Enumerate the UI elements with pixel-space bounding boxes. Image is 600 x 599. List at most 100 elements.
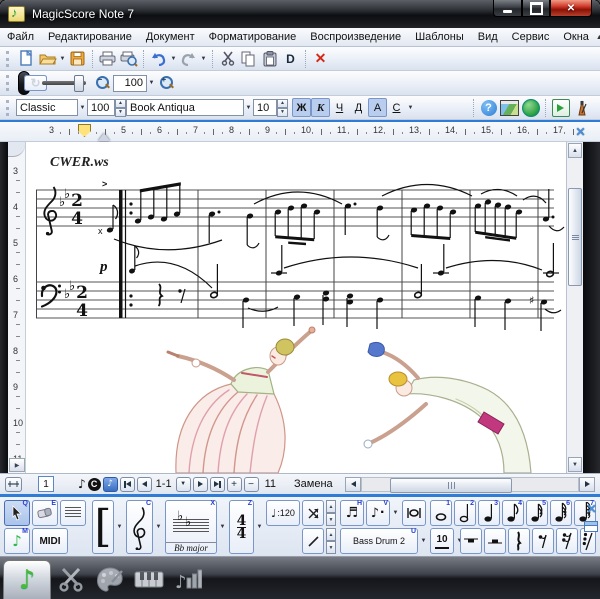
underline-button[interactable]: Ч <box>330 98 349 117</box>
duration-eighth-button[interactable]: 4 <box>502 500 524 526</box>
menu-edit[interactable]: Редактирование <box>41 28 139 46</box>
ruler-toggle-button[interactable] <box>5 477 22 492</box>
tuplet-button[interactable] <box>302 528 324 554</box>
rest-whole-button[interactable] <box>460 528 482 554</box>
tempo-button[interactable]: ♩:120 <box>266 500 300 526</box>
swap-voices-button[interactable] <box>302 500 324 526</box>
zoom-dropdown[interactable]: ▼ <box>147 74 156 92</box>
vertical-scroll-thumb[interactable] <box>568 188 582 286</box>
score-page[interactable]: CWER.ws <box>26 142 566 473</box>
italic-button[interactable]: K <box>311 98 330 117</box>
toolbar-grip[interactable] <box>6 75 12 91</box>
page-number-box[interactable]: 1 <box>38 476 54 492</box>
remove-measure-button[interactable]: − <box>244 477 259 492</box>
toolbar-grip[interactable] <box>6 51 12 67</box>
menu-format[interactable]: Форматирование <box>202 28 304 46</box>
bracket-dropdown[interactable]: ▼ <box>115 521 124 533</box>
voice-spinner[interactable]: ▲▼ <box>326 500 336 526</box>
font-size-input[interactable]: 10 <box>253 99 277 116</box>
scroll-right-button[interactable] <box>579 477 595 492</box>
eraser-tool-button[interactable]: E <box>32 500 58 526</box>
font-family-dropdown[interactable]: ▼ <box>244 99 253 117</box>
duration-quarter-button[interactable]: 3 <box>478 500 500 526</box>
rest-half-button[interactable] <box>484 528 506 554</box>
menu-playback[interactable]: Воспроизведение <box>303 28 408 46</box>
minimize-button[interactable] <box>493 0 522 17</box>
ruler-bottom-button[interactable]: ▶ <box>9 458 25 472</box>
rest-16th-button[interactable] <box>556 528 578 554</box>
print-preview-button[interactable] <box>118 49 139 69</box>
dotted-note-button[interactable]: V ♪· <box>366 500 390 526</box>
bold-button[interactable]: Ж <box>292 98 311 117</box>
menu-file[interactable]: Файл <box>0 28 41 46</box>
scroll-up-button[interactable]: ▲ <box>568 143 582 158</box>
rest-quarter-button[interactable] <box>508 528 530 554</box>
slider-thumb[interactable] <box>74 75 84 92</box>
palette-close-button[interactable]: ✕ <box>584 501 599 516</box>
paste-button[interactable] <box>259 49 280 69</box>
breve-button[interactable] <box>402 500 426 526</box>
menu-service[interactable]: Сервис <box>505 28 557 46</box>
duration-32nd-button[interactable]: 6 <box>550 500 572 526</box>
next-measure-button[interactable] <box>193 477 208 492</box>
dotted-dropdown[interactable]: ▼ <box>391 507 400 519</box>
special-paste-button[interactable]: D <box>280 49 301 69</box>
margin-marker[interactable] <box>98 133 110 141</box>
style-preset-dropdown[interactable]: ▼ <box>78 99 87 117</box>
horizontal-ruler[interactable]: 34567891011121314151617 ✕ <box>0 122 600 142</box>
score-canvas[interactable]: CWER.ws <box>26 142 566 473</box>
quick-play-button[interactable] <box>550 98 571 118</box>
help-button[interactable]: ? <box>478 98 499 118</box>
last-measure-button[interactable] <box>210 477 225 492</box>
font-size-spinner[interactable]: ▲▼ <box>277 99 288 117</box>
treble-notes[interactable] <box>134 182 554 247</box>
zoom-percent-input[interactable]: 100 <box>113 75 147 92</box>
zoom-out-button[interactable]: − <box>92 73 113 93</box>
horizontal-scrollbar[interactable] <box>345 476 595 492</box>
menu-scroll-up-icon[interactable]: ▲ <box>596 34 600 41</box>
redo-button[interactable] <box>178 49 199 69</box>
indent-marker[interactable] <box>78 124 91 137</box>
vertical-ruler[interactable]: 34567891011 ▶ <box>8 142 26 473</box>
palette-panel-icon[interactable] <box>584 521 598 532</box>
style-scale-spinner[interactable]: ▲▼ <box>115 99 126 117</box>
ruler-close-button[interactable]: ✕ <box>573 124 588 139</box>
staff-lines-tool-button[interactable] <box>60 500 86 526</box>
open-button[interactable] <box>37 49 58 69</box>
time-signature-button[interactable]: Z 4 4 <box>229 500 254 554</box>
clef-dropdown[interactable]: ▼ <box>154 521 163 533</box>
duration-whole-button[interactable]: 1 <box>430 500 452 526</box>
cut-button[interactable] <box>217 49 238 69</box>
first-measure-button[interactable] <box>120 477 135 492</box>
zoom-in-button[interactable]: + <box>156 73 177 93</box>
midi-button[interactable]: MIDI <box>32 528 68 554</box>
tab-mixer[interactable]: ♪ <box>170 562 206 596</box>
redo-dropdown[interactable]: ▼ <box>199 50 208 68</box>
undo-dropdown[interactable]: ▼ <box>169 50 178 68</box>
vertical-scrollbar[interactable]: ▲ ▼ <box>566 142 583 473</box>
tab-cut-tools[interactable] <box>53 562 89 596</box>
prev-measure-button[interactable] <box>137 477 152 492</box>
tab-keyboard[interactable] <box>131 562 167 596</box>
note-input-toggle[interactable]: ♪ <box>103 477 118 492</box>
tab-design[interactable] <box>92 562 128 596</box>
menu-templates[interactable]: Шаблоны <box>408 28 471 46</box>
print-button[interactable] <box>97 49 118 69</box>
key-signature-button[interactable]: X ♭ ♭ Bb major <box>165 500 217 554</box>
rest-eighth-button[interactable] <box>532 528 554 554</box>
save-button[interactable] <box>67 49 88 69</box>
staff-count-button[interactable]: 10 <box>430 528 454 554</box>
key-dropdown[interactable]: ▼ <box>218 521 227 533</box>
scroll-down-button[interactable]: ▼ <box>568 457 582 472</box>
add-measure-button[interactable]: + <box>227 477 242 492</box>
horizontal-scroll-thumb[interactable] <box>390 478 512 493</box>
metronome-button[interactable] <box>571 98 592 118</box>
title-bar[interactable]: ♪ MagicScore Note 7 ✕ <box>0 0 600 28</box>
measure-dropdown[interactable]: ▼ <box>176 477 191 492</box>
style-preset-select[interactable]: Classic <box>16 99 78 116</box>
c-style-dropdown[interactable]: ▼ <box>406 99 415 117</box>
d-format-button[interactable]: Д <box>349 98 368 117</box>
menu-document[interactable]: Документ <box>139 28 202 46</box>
delete-button[interactable]: ✕ <box>310 49 331 69</box>
menu-windows[interactable]: Окна <box>556 28 596 46</box>
